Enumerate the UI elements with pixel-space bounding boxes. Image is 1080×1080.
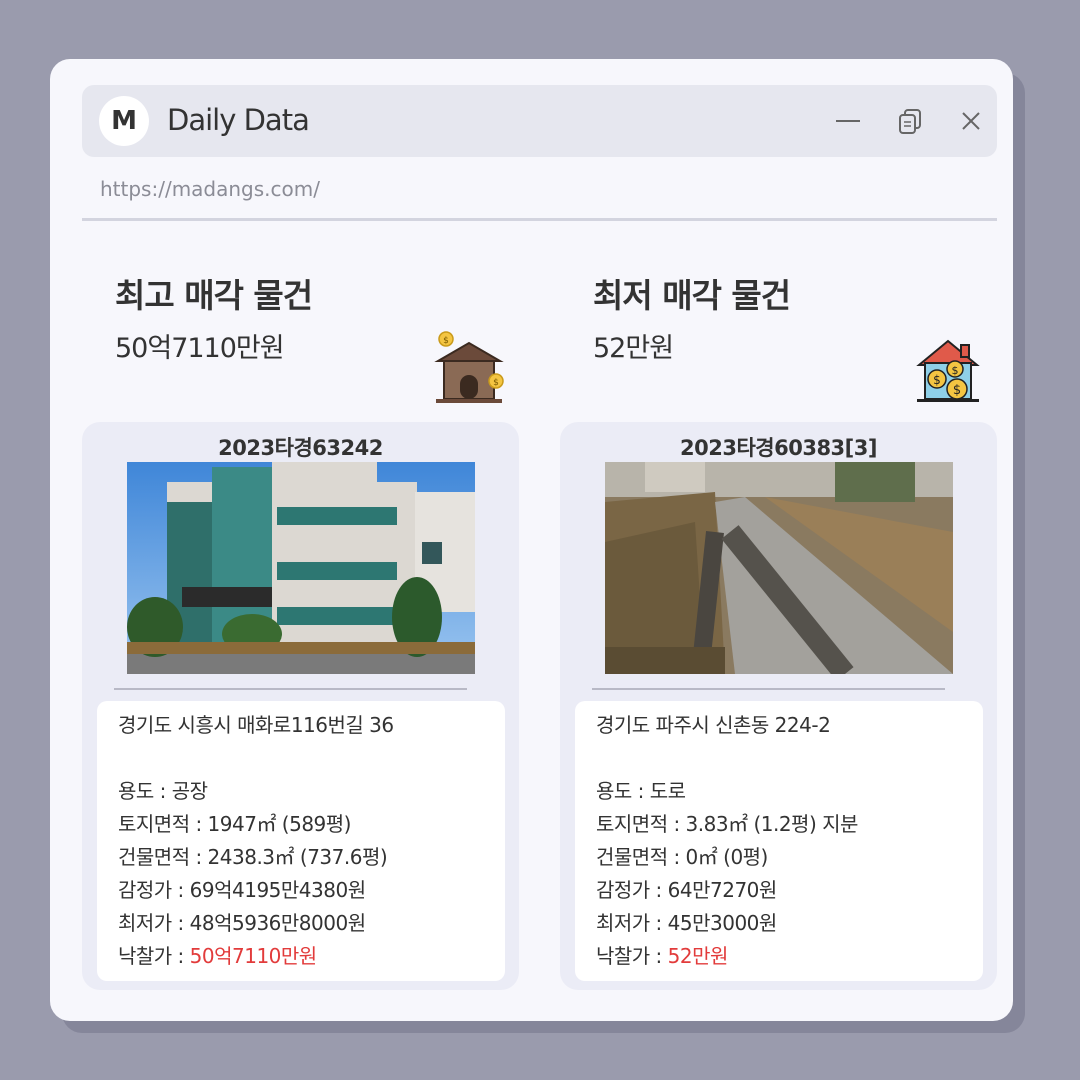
property-address: 경기도 파주시 신촌동 224-2 xyxy=(596,713,831,737)
restore-icon[interactable] xyxy=(895,105,927,137)
card-divider xyxy=(114,688,467,690)
property-usage: 용도 : 도로 xyxy=(596,779,686,803)
app-window: M Daily Data https://madangs.com/ 최고 매각 … xyxy=(50,59,1013,1021)
avatar: M xyxy=(99,96,149,146)
address-bar-url[interactable]: https://madangs.com/ xyxy=(100,177,320,201)
lowest-sale-card[interactable]: 2023타경60383[3] 경기도 파주시 신촌동 224-2 용도 : 도로… xyxy=(560,422,997,990)
property-address: 경기도 시흥시 매화로116번길 36 xyxy=(118,713,394,737)
appraisal-price: 감정가 : 64만7270원 xyxy=(596,878,777,902)
lowest-sale-price: 52만원 xyxy=(593,333,674,364)
highest-sale-heading: 최고 매각 물건 xyxy=(115,276,313,315)
factory-building-photo xyxy=(127,462,475,674)
svg-text:$: $ xyxy=(493,378,499,388)
highest-sale-price: 50억7110만원 xyxy=(115,333,285,364)
svg-text:$: $ xyxy=(443,336,449,346)
case-number: 2023타경63242 xyxy=(218,436,383,460)
svg-text:$: $ xyxy=(953,383,961,398)
winning-bid-label: 낙찰가 : xyxy=(596,944,668,968)
house-coins-icon: $ $ $ xyxy=(916,339,980,402)
app-title: Daily Data xyxy=(167,103,310,137)
card-divider xyxy=(592,688,945,690)
property-details: 경기도 시흥시 매화로116번길 36 용도 : 공장 토지면적 : 1947㎡… xyxy=(97,701,505,981)
property-usage: 용도 : 공장 xyxy=(118,779,208,803)
rural-road-photo xyxy=(605,462,953,674)
svg-text:$: $ xyxy=(933,373,941,387)
building-area: 건물면적 : 0㎡ (0평) xyxy=(596,845,768,869)
winning-bid: 낙찰가 : 50억7110만원 xyxy=(118,940,505,973)
house-money-icon: $ $ xyxy=(434,331,504,403)
svg-text:$: $ xyxy=(952,364,959,377)
lowest-sale-heading: 최저 매각 물건 xyxy=(593,276,791,315)
case-number: 2023타경60383[3] xyxy=(680,436,877,460)
highest-sale-card[interactable]: 2023타경63242 경기도 시흥시 매화로116번길 36 용도: 공장 … xyxy=(82,422,519,990)
minimum-price: 최저가 : 45만3000원 xyxy=(596,911,777,935)
winning-bid-value: 52만원 xyxy=(667,944,729,968)
building-area: 건물면적 : 2438.3㎡ (737.6평) xyxy=(118,845,388,869)
appraisal-price: 감정가 : 69억4195만4380원 xyxy=(118,878,366,902)
title-bar: M Daily Data xyxy=(82,85,997,157)
land-area: 토지면적 : 3.83㎡ (1.2평) 지분 xyxy=(596,812,858,836)
header-divider xyxy=(82,218,997,221)
close-icon[interactable] xyxy=(955,105,987,137)
winning-bid-label: 낙찰가 : xyxy=(118,944,190,968)
property-details: 경기도 파주시 신촌동 224-2 용도 : 도로 토지면적 : 3.83㎡ (… xyxy=(575,701,983,981)
minimum-price: 최저가 : 48억5936만8000원 xyxy=(118,911,366,935)
land-area: 토지면적 : 1947㎡ (589평) xyxy=(118,812,352,836)
minimize-icon[interactable] xyxy=(832,105,864,137)
winning-bid-value: 50억7110만원 xyxy=(189,944,318,968)
winning-bid: 낙찰가 : 52만원 xyxy=(596,940,983,973)
